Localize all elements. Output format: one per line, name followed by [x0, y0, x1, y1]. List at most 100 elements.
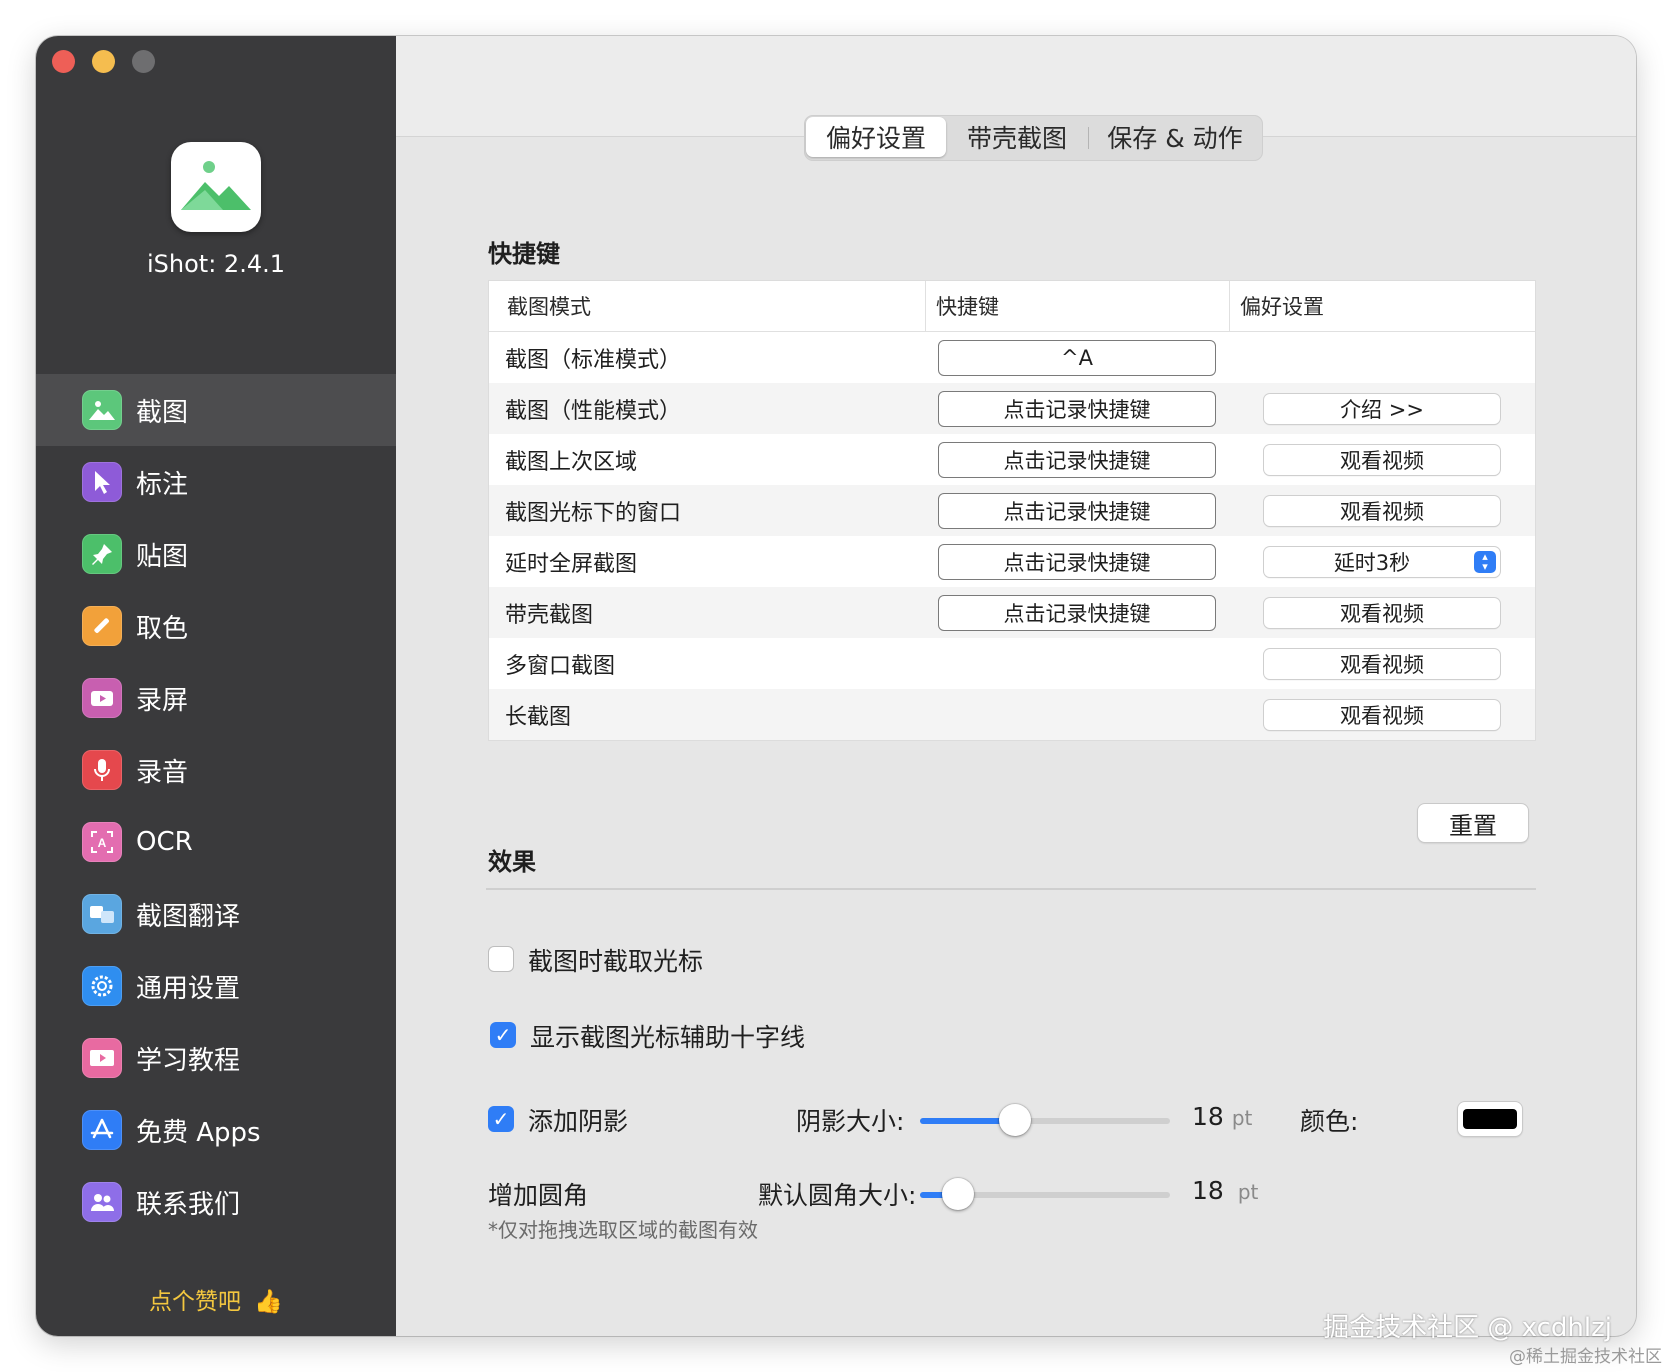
- watch-video-button[interactable]: 观看视频: [1264, 495, 1500, 526]
- tab-save-actions[interactable]: 保存 & 动作: [1089, 117, 1261, 157]
- sidebar-item-pin[interactable]: 贴图: [36, 518, 396, 590]
- shortcuts-table: 截图模式 快捷键 偏好设置 截图（标准模式） ^A 截图（性能模式） 点击记录快…: [488, 280, 1536, 741]
- capture-cursor-checkbox[interactable]: [488, 946, 514, 972]
- sidebar-item-screen-record[interactable]: 录屏: [36, 662, 396, 734]
- ocr-text-icon: A: [82, 822, 122, 862]
- sidebar-item-color-picker[interactable]: 取色: [36, 590, 396, 662]
- sidebar-item-label: 通用设置: [136, 973, 241, 1004]
- zoom-window-button[interactable]: [132, 50, 155, 73]
- sidebar-item-free-apps[interactable]: 免费 Apps: [36, 1094, 396, 1166]
- corner-size-unit: pt: [1237, 1180, 1259, 1204]
- capture-mode-name: 长截图: [505, 704, 572, 730]
- sidebar-item-label: 免费 Apps: [136, 1117, 261, 1148]
- sidebar-item-label: 录屏: [136, 685, 189, 716]
- shortcut-recorder-button[interactable]: 点击记录快捷键: [938, 390, 1216, 427]
- preferences-window: iShot: 2.4.1 截图 标注 贴图 取色 录屏 录音 A OCR 截图翻…: [36, 36, 1636, 1336]
- sidebar-item-general-settings[interactable]: 通用设置: [36, 950, 396, 1022]
- shadow-size-number: 18: [1192, 1102, 1224, 1131]
- gear-icon: [82, 966, 122, 1006]
- crosshair-checkbox[interactable]: ✓: [490, 1022, 516, 1048]
- like-label: 点个赞吧: [149, 1289, 242, 1315]
- svg-text:A: A: [98, 836, 107, 850]
- corner-label: 增加圆角: [488, 1181, 589, 1210]
- sidebar-item-label: 标注: [136, 469, 189, 500]
- watermark-text: 掘金技术社区 @ xcdhlzj: [1323, 1313, 1612, 1343]
- column-header-mode: 截图模式: [507, 295, 591, 319]
- sidebar: iShot: 2.4.1 截图 标注 贴图 取色 录屏 录音 A OCR 截图翻…: [36, 36, 396, 1336]
- capture-mode-name: 截图上次区域: [505, 449, 638, 475]
- shadow-size-value: 18 pt: [1192, 1102, 1252, 1131]
- table-row: 截图（性能模式） 点击记录快捷键 介绍 >>: [489, 383, 1535, 434]
- shortcut-recorder-button[interactable]: 点击记录快捷键: [938, 441, 1216, 478]
- column-header-preferences: 偏好设置: [1229, 281, 1535, 331]
- sidebar-item-label: 取色: [136, 613, 189, 644]
- intro-button[interactable]: 介绍 >>: [1264, 393, 1500, 424]
- shortcut-recorder-button[interactable]: 点击记录快捷键: [938, 543, 1216, 580]
- shortcut-recorder-button[interactable]: 点击记录快捷键: [938, 594, 1216, 631]
- shadow-color-label: 颜色:: [1300, 1107, 1359, 1136]
- checkmark-icon: ✓: [492, 1107, 510, 1131]
- shadow-label: 添加阴影: [528, 1107, 629, 1136]
- shadow-color-well[interactable]: [1458, 1102, 1522, 1136]
- tab-preferences[interactable]: 偏好设置: [806, 117, 946, 157]
- eyedropper-icon: [82, 606, 122, 646]
- shadow-size-unit: pt: [1231, 1106, 1253, 1130]
- microphone-icon: [82, 750, 122, 790]
- capture-mode-name: 截图光标下的窗口: [505, 500, 682, 526]
- delay-select[interactable]: 延时3秒 ▴ ▾: [1264, 546, 1500, 577]
- select-stepper-icon: ▴ ▾: [1474, 550, 1496, 573]
- shadow-checkbox[interactable]: ✓: [488, 1106, 514, 1132]
- table-header: 截图模式 快捷键 偏好设置: [489, 281, 1535, 332]
- mountain-image-icon: [82, 390, 122, 430]
- column-header-shortcut: 快捷键: [925, 281, 1229, 331]
- sidebar-item-ocr[interactable]: A OCR: [36, 806, 396, 878]
- watch-video-button[interactable]: 观看视频: [1264, 597, 1500, 628]
- shortcut-recorder-button[interactable]: 点击记录快捷键: [938, 492, 1216, 529]
- capture-mode-name: 截图（性能模式）: [505, 398, 682, 424]
- corner-size-value: 18 pt: [1192, 1176, 1258, 1205]
- sidebar-item-contact-us[interactable]: 联系我们: [36, 1166, 396, 1238]
- watch-video-button[interactable]: 观看视频: [1264, 444, 1500, 475]
- tab-device-frame[interactable]: 带壳截图: [946, 117, 1088, 157]
- section-divider: [486, 888, 1536, 890]
- main-panel: 偏好设置 带壳截图 保存 & 动作 快捷键 截图模式 快捷键 偏好设置 截图（标…: [396, 36, 1636, 1336]
- capture-mode-name: 延时全屏截图: [505, 551, 638, 577]
- capture-mode-name: 带壳截图: [505, 602, 594, 628]
- corner-size-slider[interactable]: [920, 1178, 1170, 1210]
- app-store-icon: [82, 1110, 122, 1150]
- sidebar-item-translate[interactable]: 截图翻译: [36, 878, 396, 950]
- sidebar-item-label: 录音: [136, 757, 189, 788]
- corner-note: *仅对拖拽选取区域的截图有效: [488, 1218, 758, 1242]
- capture-mode-name: 多窗口截图: [505, 653, 616, 679]
- sidebar-item-audio-record[interactable]: 录音: [36, 734, 396, 806]
- thumbs-up-icon: 👍: [254, 1289, 283, 1315]
- table-row: 截图（标准模式） ^A: [489, 332, 1535, 383]
- shadow-size-label: 阴影大小:: [796, 1107, 905, 1136]
- minimize-window-button[interactable]: [92, 50, 115, 73]
- shortcut-recorder-button[interactable]: ^A: [938, 339, 1216, 376]
- window-controls: [52, 50, 155, 73]
- crosshair-label: 显示截图光标辅助十字线: [530, 1023, 806, 1052]
- video-camera-icon: [82, 678, 122, 718]
- sidebar-nav: 截图 标注 贴图 取色 录屏 录音 A OCR 截图翻译 通用设置 学习教程 免…: [36, 374, 396, 1238]
- like-link[interactable]: 点个赞吧 👍: [36, 1282, 396, 1316]
- close-window-button[interactable]: [52, 50, 75, 73]
- sidebar-item-label: 贴图: [136, 541, 189, 572]
- sidebar-item-screenshot[interactable]: 截图: [36, 374, 396, 446]
- shadow-size-slider[interactable]: [920, 1104, 1170, 1136]
- film-tutorial-icon: [82, 1038, 122, 1078]
- sidebar-item-tutorials[interactable]: 学习教程: [36, 1022, 396, 1094]
- watermark-subtext: @稀土掘金技术社区: [1509, 1347, 1662, 1367]
- table-row: 截图光标下的窗口 点击记录快捷键 观看视频: [489, 485, 1535, 536]
- sidebar-item-annotate[interactable]: 标注: [36, 446, 396, 518]
- watch-video-button[interactable]: 观看视频: [1264, 699, 1500, 730]
- reset-button[interactable]: 重置: [1418, 804, 1528, 842]
- table-row: 多窗口截图 观看视频: [489, 638, 1535, 689]
- sidebar-item-label: OCR: [136, 827, 193, 857]
- table-row: 截图上次区域 点击记录快捷键 观看视频: [489, 434, 1535, 485]
- watch-video-button[interactable]: 观看视频: [1264, 648, 1500, 679]
- contacts-icon: [82, 1182, 122, 1222]
- sidebar-item-label: 联系我们: [136, 1189, 241, 1220]
- slider-knob[interactable]: [999, 1104, 1031, 1136]
- slider-knob[interactable]: [942, 1178, 974, 1210]
